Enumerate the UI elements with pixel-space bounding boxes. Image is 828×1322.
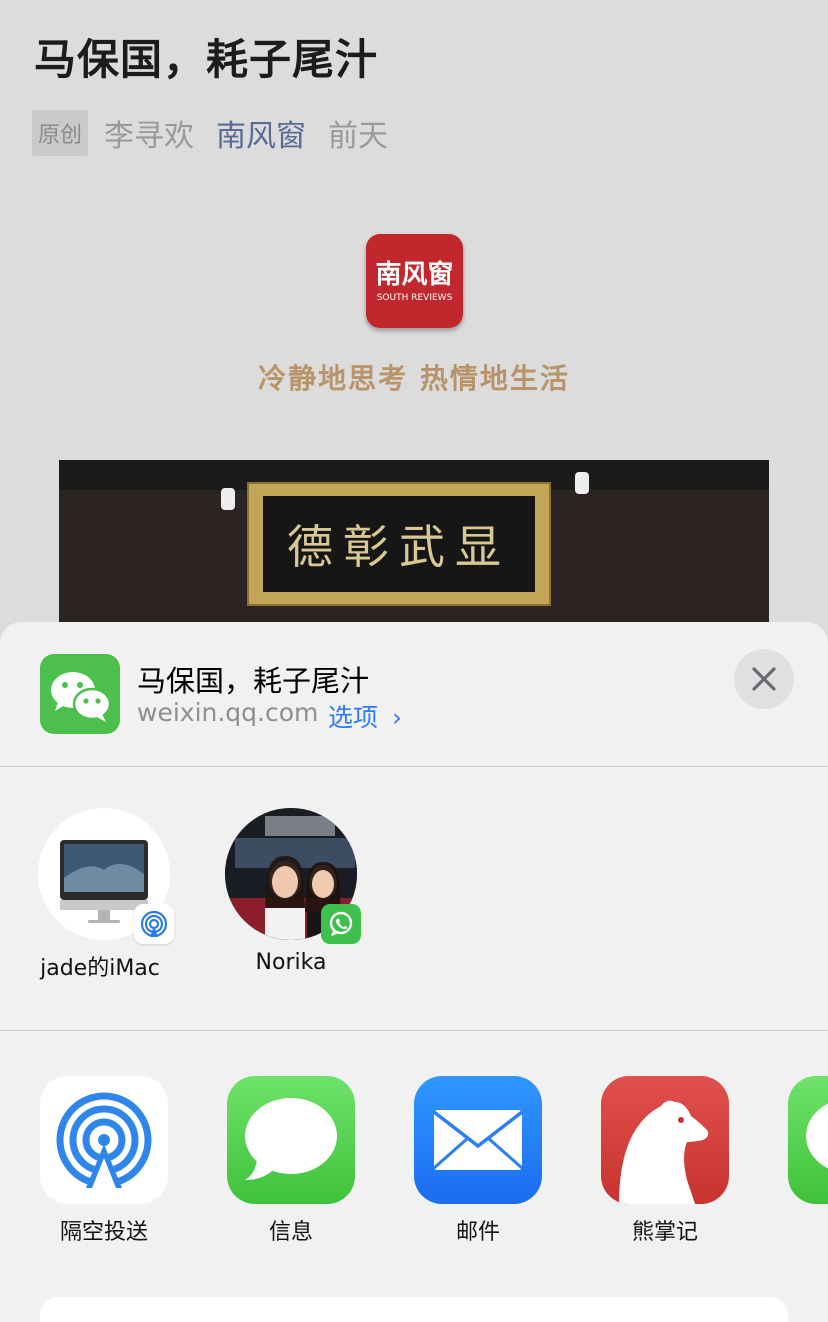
divider: [0, 766, 828, 767]
plaque: 德彰武显: [247, 482, 551, 606]
article-account-link[interactable]: 南风窗: [216, 111, 306, 155]
spotlight: [221, 488, 235, 510]
mail-icon: [414, 1076, 542, 1204]
publication-logo: 南风窗 SOUTH REVIEWS: [366, 234, 463, 328]
share-sheet-header: 马保国，耗子尾汁 weixin.qq.com 选项 ›: [0, 622, 828, 766]
divider: [0, 1030, 828, 1031]
plaque-text: 德彰武显: [287, 520, 511, 574]
airdrop-icon: [40, 1076, 168, 1204]
article-title: 马保国，耗子尾汁: [34, 35, 379, 84]
original-tag: 原创: [32, 110, 89, 156]
article-background: 马保国，耗子尾汁 原创 李寻欢 南风窗 前天 南风窗 SOUTH REVIEWS…: [0, 0, 828, 660]
app-label: 邮件: [455, 1220, 500, 1245]
close-button[interactable]: [734, 649, 794, 709]
share-title: 马保国，耗子尾汁: [137, 664, 370, 698]
article-date: 前天: [328, 119, 389, 154]
share-sheet: 马保国，耗子尾汁 weixin.qq.com 选项 › jade的iMac No…: [0, 622, 828, 1322]
app-messages[interactable]: 信息: [227, 1076, 355, 1245]
logo-text: 南风窗: [375, 259, 454, 290]
wechat-icon: [40, 654, 120, 734]
app-bear[interactable]: 熊掌记: [601, 1076, 729, 1245]
logo-subtitle: SOUTH REVIEWS: [376, 292, 453, 303]
article-meta: 原创 李寻欢 南风窗 前天: [32, 110, 389, 156]
app-label: 熊掌记: [631, 1220, 698, 1245]
chevron-right-icon: ›: [391, 703, 402, 732]
slogan: 冷静地思考 热情地生活: [258, 362, 570, 395]
close-icon: [752, 667, 776, 691]
app-airdrop[interactable]: 隔空投送: [40, 1076, 168, 1245]
article-author: 李寻欢: [104, 119, 195, 154]
share-domain: weixin.qq.com: [137, 698, 319, 727]
airdrop-badge-icon: [134, 904, 174, 944]
messages-icon: [788, 1076, 828, 1204]
article-photo: 德彰武显: [59, 460, 769, 640]
bear-icon: [601, 1076, 729, 1204]
app-mail[interactable]: 邮件: [414, 1076, 542, 1245]
app-label: 信息: [268, 1220, 313, 1245]
app-partial-messages[interactable]: [788, 1076, 828, 1204]
person-name: jade的iMac: [40, 956, 160, 981]
spotlight: [575, 472, 589, 494]
app-label: 隔空投送: [59, 1220, 148, 1245]
actions-card[interactable]: [40, 1297, 788, 1322]
person-name: Norika: [255, 950, 327, 975]
whatsapp-badge-icon: [321, 904, 361, 944]
options-link[interactable]: 选项 ›: [328, 698, 402, 734]
messages-icon: [227, 1076, 355, 1204]
options-label: 选项: [328, 703, 379, 732]
